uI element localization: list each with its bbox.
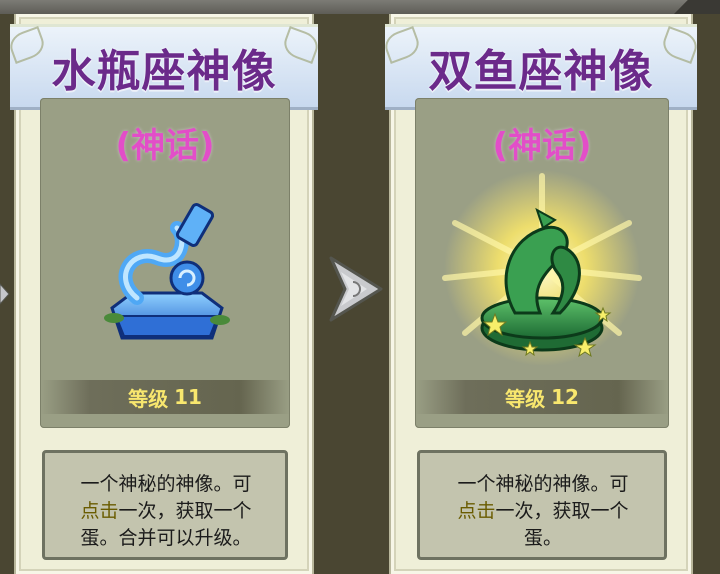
rarity-label: (神话) bbox=[115, 126, 215, 166]
leaf-ornament-icon bbox=[659, 26, 701, 64]
level-bar: 等级 11 bbox=[40, 380, 290, 414]
aquarius-statue-icon bbox=[104, 203, 230, 340]
description-box: 一个神秘的神像。可 点击一次，获取一个 蛋。合并可以升级。 bbox=[42, 450, 288, 560]
card-title: 双鱼座神像 bbox=[428, 46, 654, 97]
description-box: 一个神秘的神像。可 点击一次，获取一个 蛋。 bbox=[417, 450, 667, 560]
level-label: 等级 bbox=[505, 386, 546, 411]
left-arrow-icon[interactable] bbox=[0, 282, 10, 306]
pisces-statue-icon bbox=[442, 170, 642, 366]
card-title: 水瓶座神像 bbox=[51, 46, 277, 97]
top-frame-corner bbox=[674, 0, 720, 14]
card-pisces: 双鱼座神像 (神话) 等级 12 一个神秘的神像。可 点击一次，获取一个 蛋。 bbox=[381, 14, 701, 574]
leaf-ornament-icon bbox=[381, 26, 423, 64]
description-line3: 蛋。 bbox=[523, 527, 562, 549]
description-line2: 一次，获取一个 bbox=[118, 500, 252, 522]
rarity-label: (神话) bbox=[492, 126, 592, 166]
level-value: 11 bbox=[174, 385, 202, 409]
item-display-panel: (神话) 等级 12 bbox=[415, 98, 669, 428]
level-label: 等级 bbox=[128, 386, 169, 411]
next-arrow-icon[interactable] bbox=[327, 254, 385, 324]
description-highlight: 点击 bbox=[457, 500, 496, 522]
level-value: 12 bbox=[551, 385, 579, 409]
description-line2: 一次，获取一个 bbox=[495, 500, 629, 522]
leaf-ornament-icon bbox=[6, 26, 48, 64]
top-frame bbox=[0, 0, 720, 14]
level-bar: 等级 12 bbox=[415, 380, 669, 414]
description-line1: 一个神秘的神像。可 bbox=[457, 473, 629, 495]
description-line3: 蛋。合并可以升级。 bbox=[80, 527, 252, 549]
description-highlight: 点击 bbox=[80, 500, 119, 522]
leaf-ornament-icon bbox=[280, 26, 322, 64]
description-line1: 一个神秘的神像。可 bbox=[80, 473, 252, 495]
card-aquarius: 水瓶座神像 (神话) 等级 11 一个神秘的神像。可 点击一次，获取一个 蛋。合… bbox=[6, 14, 322, 574]
item-display-panel: (神话) 等级 11 bbox=[40, 98, 290, 428]
